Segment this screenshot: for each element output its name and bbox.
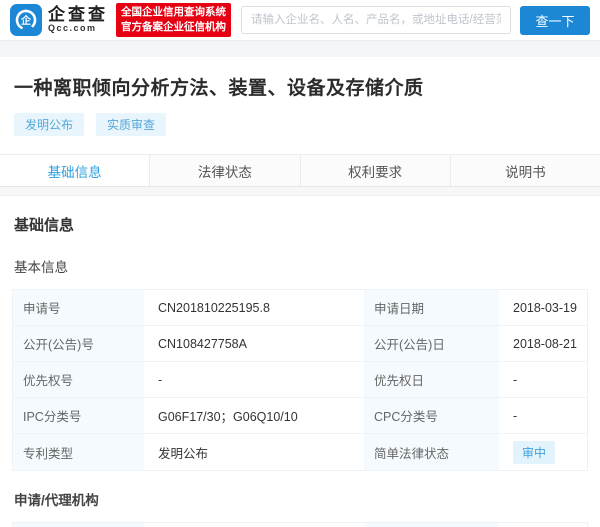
tab-description[interactable]: 说明书 xyxy=(451,155,600,186)
agency-table: 申请(专利权)人 深信服科技股份有限公司 发明人 xyxy=(12,522,588,527)
search-button[interactable]: 查一下 xyxy=(520,6,590,35)
row-label: 发明人 xyxy=(364,523,499,527)
table-row: 申请(专利权)人 深信服科技股份有限公司 发明人 xyxy=(13,523,587,527)
tab-basic-info[interactable]: 基础信息 xyxy=(0,155,150,186)
priority-number: - xyxy=(144,362,364,397)
header-divider-band xyxy=(0,40,600,57)
search-input[interactable] xyxy=(241,6,511,34)
logo-spiral-icon: 企 xyxy=(13,7,39,33)
row-label: 专利类型 xyxy=(13,434,144,470)
patent-tag-row: 发明公布 实质审查 xyxy=(14,113,586,136)
official-badge-line2: 官方备案企业征信机构 xyxy=(121,20,226,35)
legal-status-cell: 审中 xyxy=(499,434,587,470)
official-badge-line1: 全国企业信用查询系统 xyxy=(121,5,226,20)
main-content: 基础信息 基本信息 申请号 CN201810225195.8 申请日期 2018… xyxy=(0,196,600,527)
application-number: CN201810225195.8 xyxy=(144,290,364,325)
row-label: 申请(专利权)人 xyxy=(13,523,144,527)
row-label: 申请号 xyxy=(13,290,144,325)
logo-name-cn: 企查查 xyxy=(48,6,108,25)
logo-domain: Qcc.com xyxy=(48,24,108,34)
tag-substantive-examination: 实质审查 xyxy=(96,113,166,136)
inventor-cell xyxy=(499,523,587,527)
row-label: 公开(公告)日 xyxy=(364,326,499,361)
qcc-logo-icon[interactable]: 企 xyxy=(10,4,42,36)
svg-text:企: 企 xyxy=(20,14,32,27)
table-row: 申请号 CN201810225195.8 申请日期 2018-03-19 xyxy=(13,290,587,326)
table-row: 优先权号 - 优先权日 - xyxy=(13,362,587,398)
subsection-basic-info: 基本信息 xyxy=(0,256,600,276)
patent-type: 发明公布 xyxy=(144,434,364,470)
row-label: CPC分类号 xyxy=(364,398,499,433)
patent-title-card: 一种离职倾向分析方法、装置、设备及存储介质 发明公布 实质审查 xyxy=(0,57,600,154)
patent-title: 一种离职倾向分析方法、装置、设备及存储介质 xyxy=(14,73,586,100)
applicant-cell: 深信服科技股份有限公司 xyxy=(144,523,364,527)
table-row: 公开(公告)号 CN108427758A 公开(公告)日 2018-08-21 xyxy=(13,326,587,362)
tab-claims[interactable]: 权利要求 xyxy=(301,155,451,186)
table-row: 专利类型 发明公布 简单法律状态 审中 xyxy=(13,434,587,470)
detail-tabs: 基础信息 法律状态 权利要求 说明书 xyxy=(0,154,600,187)
row-label: 申请日期 xyxy=(364,290,499,325)
row-label: 优先权日 xyxy=(364,362,499,397)
section-basic-info-title: 基础信息 xyxy=(0,214,600,235)
row-label: 公开(公告)号 xyxy=(13,326,144,361)
publication-number: CN108427758A xyxy=(144,326,364,361)
section-agency-title: 申请/代理机构 xyxy=(0,489,600,509)
status-badge: 审中 xyxy=(513,441,555,464)
tab-legal-status[interactable]: 法律状态 xyxy=(150,155,300,186)
tabs-divider-band xyxy=(0,187,600,196)
table-row: IPC分类号 G06F17/30；G06Q10/10 CPC分类号 - xyxy=(13,398,587,434)
application-date: 2018-03-19 xyxy=(499,290,587,325)
row-label: IPC分类号 xyxy=(13,398,144,433)
search-box: 查一下 xyxy=(241,6,590,35)
cpc-classification: - xyxy=(499,398,587,433)
logo-text[interactable]: 企查查 Qcc.com xyxy=(48,6,108,35)
ipc-classification: G06F17/30；G06Q10/10 xyxy=(144,398,364,433)
row-label: 简单法律状态 xyxy=(364,434,499,470)
publication-date: 2018-08-21 xyxy=(499,326,587,361)
row-label: 优先权号 xyxy=(13,362,144,397)
tag-invention-publication: 发明公布 xyxy=(14,113,84,136)
top-header: 企 企查查 Qcc.com 全国企业信用查询系统 官方备案企业征信机构 查一下 xyxy=(0,0,600,40)
basic-info-table: 申请号 CN201810225195.8 申请日期 2018-03-19 公开(… xyxy=(12,289,588,471)
official-badge: 全国企业信用查询系统 官方备案企业征信机构 xyxy=(116,3,231,37)
priority-date: - xyxy=(499,362,587,397)
